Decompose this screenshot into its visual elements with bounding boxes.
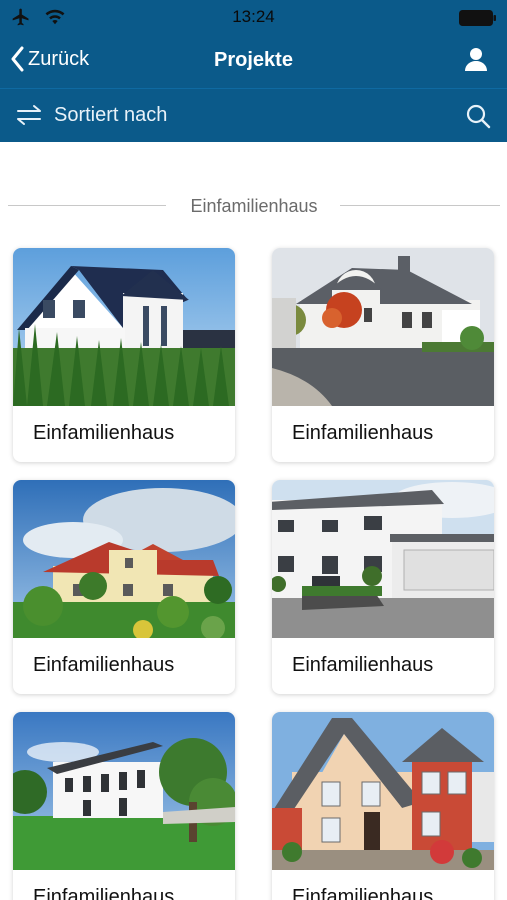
sort-bar: Sortiert nach bbox=[0, 88, 507, 142]
project-card-label: Einfamilienhaus bbox=[33, 654, 175, 676]
section-header: Einfamilienhaus bbox=[8, 192, 500, 220]
project-card[interactable]: Einfamilienhaus bbox=[272, 712, 494, 900]
sort-button[interactable]: Sortiert nach bbox=[14, 103, 167, 127]
project-card[interactable]: Einfamilienhaus bbox=[272, 248, 494, 462]
project-image bbox=[272, 712, 494, 870]
navigation-bar: Zurück Projekte bbox=[0, 34, 507, 88]
section-title: Einfamilienhaus bbox=[190, 196, 318, 216]
sort-label: Sortiert nach bbox=[54, 103, 168, 126]
project-image bbox=[13, 712, 235, 870]
chevron-left-icon bbox=[11, 46, 24, 72]
divider bbox=[340, 205, 500, 206]
project-card[interactable]: Einfamilienhaus bbox=[272, 480, 494, 694]
project-image bbox=[13, 480, 235, 638]
user-icon bbox=[465, 48, 487, 71]
status-time: 13:24 bbox=[232, 7, 275, 26]
project-card[interactable]: Einfamilienhaus bbox=[13, 712, 235, 900]
project-card-label: Einfamilienhaus bbox=[33, 422, 175, 444]
user-button[interactable] bbox=[463, 46, 489, 77]
back-button[interactable]: Zurück bbox=[10, 46, 89, 72]
project-image bbox=[13, 248, 235, 406]
search-button[interactable] bbox=[465, 103, 491, 134]
status-bar: 13:24 bbox=[0, 0, 507, 34]
back-label: Zurück bbox=[28, 47, 90, 70]
project-card[interactable]: Einfamilienhaus bbox=[13, 480, 235, 694]
battery-icon bbox=[459, 10, 496, 26]
sort-arrows-icon bbox=[17, 105, 41, 125]
project-image bbox=[272, 480, 494, 638]
project-card-label: Einfamilienhaus bbox=[33, 886, 175, 900]
project-card-label: Einfamilienhaus bbox=[292, 886, 434, 900]
search-icon bbox=[466, 104, 491, 129]
project-card[interactable]: Einfamilienhaus bbox=[13, 248, 235, 462]
project-card-label: Einfamilienhaus bbox=[292, 654, 434, 676]
project-card-label: Einfamilienhaus bbox=[292, 422, 434, 444]
project-image bbox=[272, 248, 494, 406]
